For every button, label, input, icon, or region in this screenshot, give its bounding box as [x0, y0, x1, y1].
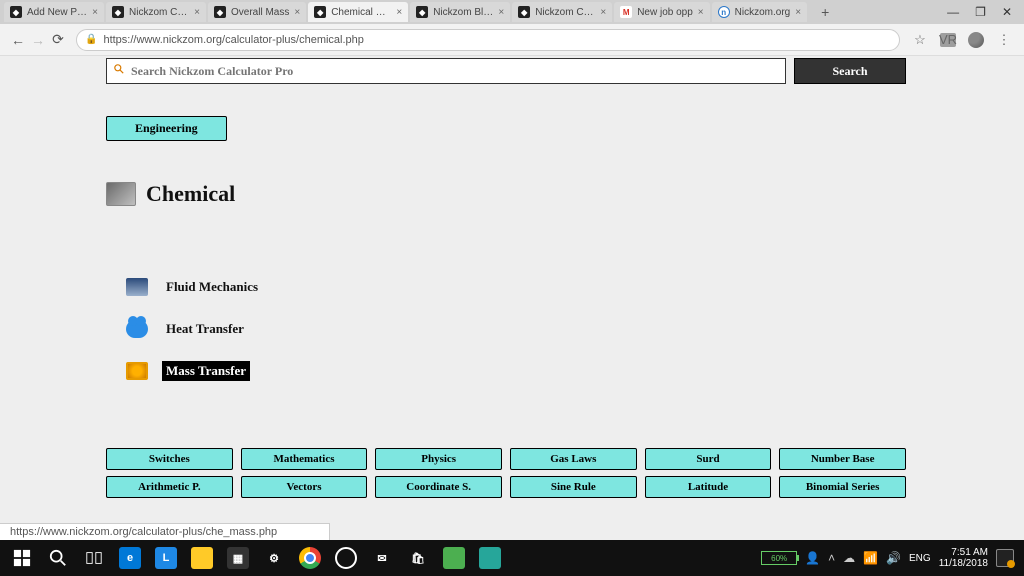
footer-gas-laws[interactable]: Gas Laws — [510, 448, 637, 470]
search-taskbar-icon[interactable] — [40, 540, 76, 576]
tab-7[interactable]: nNickzom.org× — [712, 2, 807, 22]
search-button[interactable]: Search — [794, 58, 906, 84]
topic-label: Fluid Mechanics — [162, 277, 262, 297]
topic-fluid-mechanics[interactable]: Fluid Mechanics — [126, 277, 906, 297]
store-app[interactable]: 🛍 — [400, 540, 436, 576]
notifications-icon[interactable] — [996, 549, 1014, 567]
page-content: Search Engineering Chemical Fluid Mechan… — [0, 56, 1024, 540]
chemical-icon — [106, 182, 136, 206]
footer-physics[interactable]: Physics — [375, 448, 502, 470]
cloud-icon — [126, 320, 148, 338]
onedrive-icon[interactable]: ☁ — [843, 551, 855, 565]
file-explorer-app[interactable] — [184, 540, 220, 576]
footer-coordinate-s[interactable]: Coordinate S. — [375, 476, 502, 498]
close-icon[interactable]: × — [194, 7, 200, 18]
tab-0[interactable]: ◆Add New Post× — [4, 2, 104, 22]
close-icon[interactable]: × — [498, 7, 504, 18]
close-icon[interactable]: × — [396, 7, 402, 18]
tab-2[interactable]: ◆Overall Mass× — [208, 2, 306, 22]
browser-tab-strip: ◆Add New Post× ◆Nickzom Calc× ◆Overall M… — [0, 0, 1024, 24]
clock[interactable]: 7:51 AM 11/18/2018 — [939, 547, 988, 569]
footer-sine-rule[interactable]: Sine Rule — [510, 476, 637, 498]
language-indicator[interactable]: ENG — [909, 553, 931, 564]
footer-switches[interactable]: Switches — [106, 448, 233, 470]
tab-5[interactable]: ◆Nickzom Calc× — [512, 2, 612, 22]
volume-icon[interactable]: 🔊 — [886, 551, 901, 565]
mass-icon — [126, 362, 148, 380]
app-teal[interactable] — [472, 540, 508, 576]
url-text: https://www.nickzom.org/calculator-plus/… — [103, 34, 363, 46]
close-icon[interactable]: × — [698, 7, 704, 18]
search-box — [106, 58, 786, 84]
search-icon — [113, 62, 125, 80]
close-icon[interactable]: × — [600, 7, 606, 18]
mail-app[interactable]: ✉ — [364, 540, 400, 576]
battery-indicator[interactable]: 60% — [761, 551, 797, 565]
topic-label: Mass Transfer — [162, 361, 250, 381]
minimize-icon[interactable]: — — [947, 5, 959, 19]
topic-mass-transfer[interactable]: Mass Transfer — [126, 361, 906, 381]
page-title: Chemical — [146, 181, 235, 207]
edge-app[interactable]: e — [112, 540, 148, 576]
app-green[interactable] — [436, 540, 472, 576]
footer-surd[interactable]: Surd — [645, 448, 772, 470]
chevron-up-icon[interactable]: ˄ — [828, 551, 835, 565]
people-icon[interactable]: 👤 — [805, 551, 820, 565]
topic-label: Heat Transfer — [162, 319, 248, 339]
maximize-icon[interactable]: ❐ — [975, 5, 986, 19]
footer-vectors[interactable]: Vectors — [241, 476, 368, 498]
new-tab-button[interactable]: + — [815, 4, 835, 20]
close-icon[interactable]: × — [92, 7, 98, 18]
profile-avatar[interactable] — [968, 32, 984, 48]
menu-icon[interactable]: ⋮ — [996, 32, 1012, 48]
footer-arithmetic-p[interactable]: Arithmetic P. — [106, 476, 233, 498]
tab-4[interactable]: ◆Nickzom Blog× — [410, 2, 510, 22]
cortana-app[interactable] — [328, 540, 364, 576]
topic-heat-transfer[interactable]: Heat Transfer — [126, 319, 906, 339]
address-bar: ← → ⟳ 🔒 https://www.nickzom.org/calculat… — [0, 24, 1024, 56]
footer-number-base[interactable]: Number Base — [779, 448, 906, 470]
footer-mathematics[interactable]: Mathematics — [241, 448, 368, 470]
app-l[interactable]: L — [148, 540, 184, 576]
tab-3[interactable]: ◆Chemical Eng× — [308, 2, 408, 22]
chrome-app[interactable] — [292, 540, 328, 576]
settings-app[interactable]: ⚙ — [256, 540, 292, 576]
close-icon[interactable]: × — [294, 7, 300, 18]
footer-latitude[interactable]: Latitude — [645, 476, 772, 498]
extension-icon[interactable]: VR — [940, 33, 956, 47]
taskbar: e L ▦ ⚙ ✉ 🛍 60% 👤 ˄ ☁ 📶 🔊 ENG 7:51 AM 11… — [0, 540, 1024, 576]
footer-links: Switches Mathematics Physics Gas Laws Su… — [106, 448, 906, 498]
start-button[interactable] — [4, 540, 40, 576]
calculator-app[interactable]: ▦ — [220, 540, 256, 576]
tab-1[interactable]: ◆Nickzom Calc× — [106, 2, 206, 22]
status-bar: https://www.nickzom.org/calculator-plus/… — [0, 523, 330, 540]
search-input[interactable] — [131, 64, 779, 79]
engineering-breadcrumb[interactable]: Engineering — [106, 116, 227, 141]
back-button[interactable]: ← — [8, 32, 28, 48]
lock-icon: 🔒 — [85, 34, 97, 45]
footer-binomial-series[interactable]: Binomial Series — [779, 476, 906, 498]
url-field[interactable]: 🔒 https://www.nickzom.org/calculator-plu… — [76, 29, 900, 51]
close-icon[interactable]: × — [795, 7, 801, 18]
star-icon[interactable]: ☆ — [912, 32, 928, 48]
forward-button[interactable]: → — [28, 32, 48, 48]
wifi-icon[interactable]: 📶 — [863, 551, 878, 565]
tab-6[interactable]: MNew job opp× — [614, 2, 709, 22]
reload-button[interactable]: ⟳ — [48, 31, 68, 48]
close-window-icon[interactable]: ✕ — [1002, 5, 1012, 19]
task-view-icon[interactable] — [76, 540, 112, 576]
fluid-icon — [126, 278, 148, 296]
